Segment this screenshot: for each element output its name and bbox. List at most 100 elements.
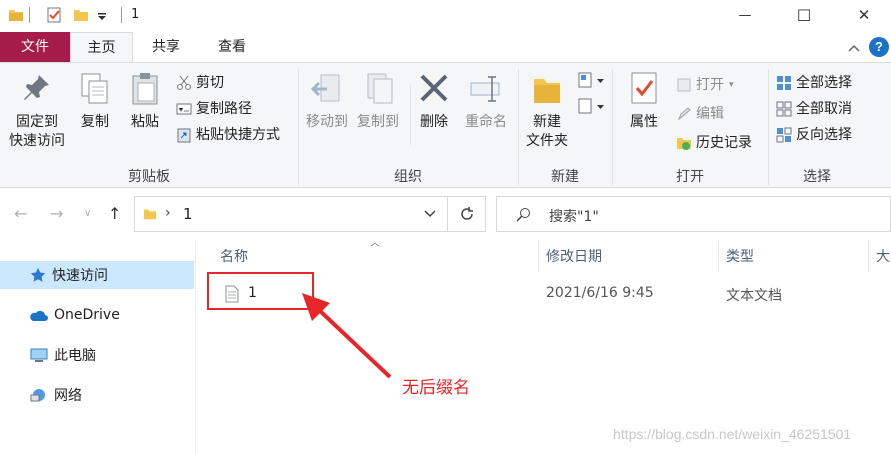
move-to-label: 移动到: [306, 114, 348, 130]
cloud-icon: [30, 310, 48, 321]
move-to-icon: [310, 74, 340, 102]
history-button[interactable]: 历史记录: [676, 132, 752, 154]
navigation-pane: 快速访问 OneDrive 此电脑 网络: [0, 240, 196, 453]
scissors-icon: [177, 75, 191, 90]
breadcrumb-current[interactable]: 1: [183, 205, 193, 223]
back-arrow-icon[interactable]: ←: [14, 204, 27, 223]
annotation-arrow: [302, 293, 392, 379]
delete-button[interactable]: 删除: [416, 71, 452, 132]
copy-path-label: 复制路径: [196, 101, 252, 117]
paste-icon: [132, 73, 158, 105]
nav-item-network[interactable]: 网络: [0, 381, 194, 409]
nav-item-label: 网络: [54, 388, 82, 404]
invert-selection-icon: [776, 127, 792, 143]
address-bar[interactable]: › 1: [134, 196, 448, 232]
edit-button[interactable]: 编辑: [676, 103, 724, 125]
column-divider[interactable]: [718, 240, 719, 272]
column-divider[interactable]: [868, 240, 869, 272]
nav-item-label: OneDrive: [54, 307, 120, 323]
properties-button[interactable]: 属性: [622, 71, 666, 132]
copy-button[interactable]: 复制: [76, 71, 114, 132]
select-none-label: 全部取消: [796, 101, 852, 117]
breadcrumb-chevron-icon[interactable]: ›: [165, 205, 171, 221]
group-label-organize: 组织: [394, 169, 422, 185]
help-button[interactable]: ?: [869, 37, 889, 57]
select-all-button[interactable]: 全部选择: [776, 72, 852, 94]
close-icon: ✕: [857, 6, 871, 24]
qat-divider: [29, 7, 30, 23]
column-header-modified[interactable]: 修改日期: [546, 246, 602, 266]
close-button[interactable]: ✕: [841, 0, 887, 30]
move-to-button[interactable]: 移动到: [302, 71, 352, 132]
maximize-button[interactable]: ☐: [781, 0, 827, 30]
annotation-label: 无后缀名: [402, 378, 470, 398]
properties-label: 属性: [630, 114, 658, 130]
new-folder-label-2: 文件夹: [526, 133, 568, 149]
select-none-button[interactable]: 全部取消: [776, 98, 852, 120]
nav-item-label: 快速访问: [52, 268, 108, 284]
sort-ascending-icon: ︿: [370, 238, 380, 249]
search-input[interactable]: 搜索"1": [496, 196, 891, 232]
tab-file[interactable]: 文件: [0, 32, 70, 62]
recent-locations-chevron-icon[interactable]: ∨: [84, 208, 91, 219]
tab-share[interactable]: 共享: [140, 32, 192, 62]
collapse-ribbon-icon[interactable]: [844, 38, 864, 58]
select-none-icon: [776, 101, 792, 117]
easy-access-dropdown-icon[interactable]: [578, 97, 606, 117]
group-label-open: 打开: [676, 169, 704, 185]
new-folder-icon[interactable]: [73, 7, 89, 23]
paste-shortcut-button[interactable]: 粘贴快捷方式: [176, 124, 280, 146]
column-header-size[interactable]: 大: [876, 246, 890, 266]
watermark: https://blog.csdn.net/weixin_46251501: [613, 426, 852, 442]
history-label: 历史记录: [696, 135, 752, 151]
copy-to-button[interactable]: 复制到: [353, 71, 403, 132]
paste-shortcut-icon: [177, 128, 191, 143]
rename-icon: [470, 76, 500, 102]
invert-selection-label: 反向选择: [796, 127, 852, 143]
edit-label: 编辑: [696, 106, 724, 122]
column-header-name[interactable]: 名称: [220, 246, 248, 266]
invert-selection-button[interactable]: 反向选择: [776, 124, 852, 146]
paste-shortcut-label: 粘贴快捷方式: [196, 127, 280, 143]
nav-item-quick-access[interactable]: 快速访问: [0, 261, 194, 289]
open-button[interactable]: 打开 ▾: [676, 74, 734, 96]
rename-button[interactable]: 重命名: [460, 71, 512, 132]
pin-icon: [24, 75, 49, 100]
up-arrow-icon[interactable]: ↑: [108, 204, 121, 223]
qat-dropdown-icon[interactable]: [96, 7, 108, 23]
forward-arrow-icon[interactable]: →: [50, 204, 63, 223]
properties-check-icon[interactable]: [46, 7, 62, 23]
minimize-button[interactable]: —: [722, 0, 768, 30]
window-title: 1: [131, 7, 140, 22]
nav-item-this-pc[interactable]: 此电脑: [0, 341, 194, 369]
title-divider: [121, 7, 122, 23]
folder-icon: [143, 209, 157, 220]
organize-inner-divider: [410, 85, 411, 145]
pin-quick-access-button[interactable]: 固定到 快速访问: [6, 71, 68, 151]
paste-button[interactable]: 粘贴: [126, 71, 164, 132]
folder-icon[interactable]: [8, 7, 24, 23]
edit-icon: [677, 107, 691, 121]
nav-item-onedrive[interactable]: OneDrive: [0, 301, 194, 329]
copy-to-label: 复制到: [357, 114, 399, 130]
title-bar: 1 — ☐ ✕: [0, 0, 891, 32]
column-header-type[interactable]: 类型: [726, 246, 754, 266]
properties-icon: [631, 72, 657, 104]
copy-path-button[interactable]: 复制路径: [176, 98, 252, 120]
group-label-new: 新建: [551, 169, 579, 185]
maximize-icon: ☐: [796, 5, 812, 25]
cut-button[interactable]: 剪切: [176, 72, 224, 94]
column-divider[interactable]: [538, 240, 539, 272]
select-all-label: 全部选择: [796, 75, 852, 91]
tab-home[interactable]: 主页: [70, 32, 133, 62]
file-type: 文本文档: [726, 288, 782, 304]
new-item-dropdown-icon[interactable]: [578, 71, 606, 91]
refresh-button[interactable]: [448, 196, 486, 232]
copy-icon: [81, 73, 108, 104]
address-dropdown-icon[interactable]: [423, 206, 437, 220]
computer-icon: [30, 348, 48, 362]
pin-label-2: 快速访问: [9, 133, 65, 149]
tab-view[interactable]: 查看: [204, 32, 260, 62]
new-folder-button[interactable]: 新建 文件夹: [522, 71, 572, 151]
file-modified: 2021/6/16 9:45: [546, 285, 654, 301]
